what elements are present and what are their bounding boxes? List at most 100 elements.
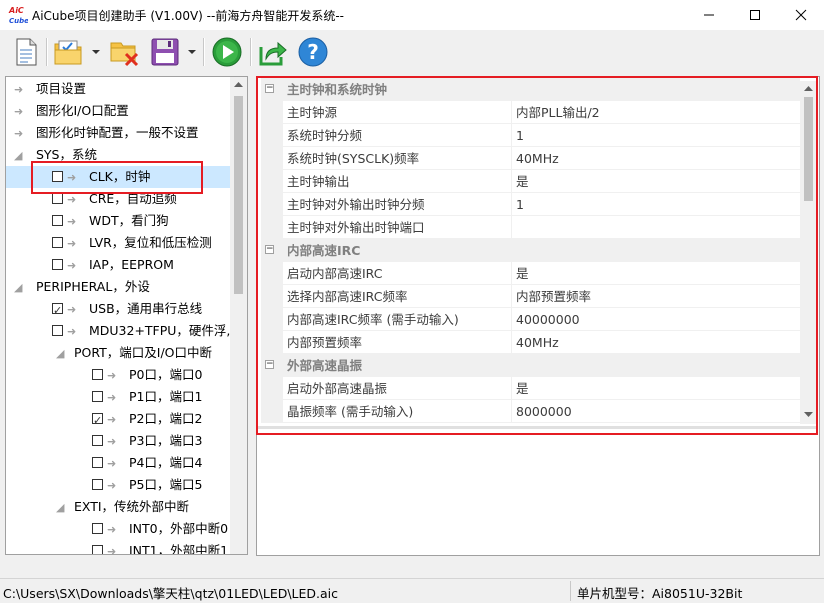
save-dropdown-arrow[interactable] bbox=[187, 46, 197, 58]
tree-item-lvr[interactable]: ➜ LVR，复位和低压检测 bbox=[52, 232, 212, 254]
tree-item-label: INT0，外部中断0 bbox=[128, 521, 229, 536]
tree-item-label: LVR，复位和低压检测 bbox=[88, 235, 212, 250]
tree-item-iap[interactable]: ➜ IAP，EEPROM bbox=[52, 254, 174, 276]
tree-leaf-arrow-icon: ➜ bbox=[67, 259, 77, 272]
tree-checkbox[interactable] bbox=[52, 259, 63, 270]
tree-item-label: P2口，端口2 bbox=[128, 411, 203, 426]
property-grid-highlight-box bbox=[256, 76, 818, 435]
close-icon bbox=[795, 9, 807, 21]
tree-leaf-arrow-icon: ➜ bbox=[107, 479, 117, 492]
tree-item-int0[interactable]: ➜ INT0，外部中断0 bbox=[92, 518, 228, 540]
run-button[interactable] bbox=[210, 35, 244, 69]
app-logo-icon: AiC Cube bbox=[8, 6, 28, 25]
module-tree[interactable]: ➜ 项目设置 ➜ 图形化I/O口配置 ➜ 图形化时钟配置，一般不设置 ◢ SYS… bbox=[5, 76, 248, 555]
tree-leaf-arrow-icon: ➜ bbox=[67, 325, 77, 338]
tree-item-label: 图形化时钟配置，一般不设置 bbox=[35, 125, 199, 140]
new-file-button[interactable] bbox=[9, 35, 43, 69]
tree-scroll-thumb[interactable] bbox=[234, 96, 243, 294]
open-dropdown-arrow[interactable] bbox=[91, 46, 101, 58]
maximize-icon bbox=[750, 10, 760, 20]
open-project-button[interactable] bbox=[52, 35, 86, 69]
tree-item-label: P1口，端口1 bbox=[128, 389, 203, 404]
tree-item-label: PORT，端口及I/O口中断 bbox=[73, 345, 213, 360]
save-icon bbox=[151, 38, 179, 66]
tree-checkbox[interactable] bbox=[52, 215, 63, 226]
delete-project-button[interactable] bbox=[108, 35, 142, 69]
tree-checkbox[interactable] bbox=[52, 237, 63, 248]
tree-leaf-arrow-icon: ➜ bbox=[107, 523, 117, 536]
title-bar: AiC Cube AiCube项目创建助手 (V1.00V) --前海方舟智能开… bbox=[0, 0, 824, 30]
tree-leaf-arrow-icon: ➜ bbox=[14, 83, 24, 96]
tree-leaf-arrow-icon: ➜ bbox=[14, 127, 24, 140]
tree-item-p0[interactable]: ➜ P0口，端口0 bbox=[92, 364, 202, 386]
tree-item-label: IAP，EEPROM bbox=[88, 257, 174, 272]
tree-item-label: P3口，端口3 bbox=[128, 433, 203, 448]
run-icon bbox=[212, 37, 242, 67]
tree-item-int1[interactable]: ➜ INT1，外部中断1 bbox=[92, 540, 229, 555]
maximize-button[interactable] bbox=[732, 0, 778, 30]
chevron-down-icon bbox=[92, 50, 100, 54]
tree-expanded-icon: ◢ bbox=[56, 501, 65, 514]
tree-item-label: SYS，系统 bbox=[35, 147, 97, 162]
svg-text:AiC: AiC bbox=[8, 6, 24, 15]
clk-highlight-box bbox=[31, 161, 203, 194]
tree-leaf-arrow-icon: ➜ bbox=[107, 391, 117, 404]
tree-checkbox[interactable] bbox=[92, 391, 103, 402]
save-button[interactable] bbox=[148, 35, 182, 69]
tree-item-label: INT1，外部中断1 bbox=[128, 543, 229, 555]
tree-item-p1[interactable]: ➜ P1口，端口1 bbox=[92, 386, 202, 408]
tree-item-port[interactable]: ◢ PORT，端口及I/O口中断 bbox=[56, 342, 212, 364]
tree-item-label: 图形化I/O口配置 bbox=[35, 103, 129, 118]
toolbar: ? bbox=[0, 30, 824, 74]
scroll-up-icon[interactable] bbox=[234, 82, 243, 88]
tree-leaf-arrow-icon: ➜ bbox=[14, 105, 24, 118]
tree-item-exti[interactable]: ◢ EXTI，传统外部中断 bbox=[56, 496, 189, 518]
close-button[interactable] bbox=[778, 0, 824, 30]
chevron-down-icon bbox=[188, 50, 196, 54]
status-chip-model: 单片机型号：Ai8051U-32Bit bbox=[577, 586, 743, 601]
tree-item-project-settings[interactable]: ➜ 项目设置 bbox=[14, 78, 86, 100]
tree-item-label: MDU32+TFPU，硬件浮, bbox=[88, 323, 231, 338]
tree-checkbox[interactable] bbox=[92, 435, 103, 446]
tree-leaf-arrow-icon: ➜ bbox=[107, 545, 117, 555]
tree-item-p2[interactable]: ➜ P2口，端口2 bbox=[92, 408, 203, 432]
tree-item-label: 项目设置 bbox=[35, 81, 86, 96]
tree-item-p4[interactable]: ➜ P4口，端口4 bbox=[92, 452, 202, 474]
tree-item-label: USB，通用串行总线 bbox=[88, 301, 203, 316]
delete-folder-icon bbox=[110, 42, 139, 67]
minimize-icon bbox=[704, 14, 714, 16]
tree-checkbox[interactable] bbox=[92, 545, 103, 554]
window-title: AiCube项目创建助手 (V1.00V) --前海方舟智能开发系统-- bbox=[32, 9, 344, 23]
tree-item-label: P5口，端口5 bbox=[128, 477, 203, 492]
help-button[interactable]: ? bbox=[296, 35, 330, 69]
tree-checkbox[interactable] bbox=[92, 457, 103, 468]
tree-checkbox-checked[interactable] bbox=[52, 300, 63, 322]
tree-item-wdt[interactable]: ➜ WDT，看门狗 bbox=[52, 210, 169, 232]
tree-item-mdu32[interactable]: ➜ MDU32+TFPU，硬件浮, bbox=[52, 320, 230, 342]
tree-item-label: WDT，看门狗 bbox=[88, 213, 169, 228]
tree-item-p5[interactable]: ➜ P5口，端口5 bbox=[92, 474, 202, 496]
tree-item-usb[interactable]: ➜ USB，通用串行总线 bbox=[52, 298, 203, 322]
tree-item-label: P4口，端口4 bbox=[128, 455, 203, 470]
tree-item-clock-config[interactable]: ➜ 图形化时钟配置，一般不设置 bbox=[14, 122, 199, 144]
tree-item-p3[interactable]: ➜ P3口，端口3 bbox=[92, 430, 202, 452]
tree-leaf-arrow-icon: ➜ bbox=[67, 237, 77, 250]
tree-expanded-icon: ◢ bbox=[56, 347, 65, 360]
tree-checkbox-checked[interactable] bbox=[92, 410, 103, 432]
tree-checkbox[interactable] bbox=[92, 369, 103, 380]
tree-leaf-arrow-icon: ➜ bbox=[107, 435, 117, 448]
tree-expanded-icon: ◢ bbox=[14, 281, 23, 294]
tree-checkbox[interactable] bbox=[52, 193, 63, 204]
export-button[interactable] bbox=[256, 35, 290, 69]
tree-item-io-config[interactable]: ➜ 图形化I/O口配置 bbox=[14, 100, 129, 122]
tree-checkbox[interactable] bbox=[92, 523, 103, 534]
tree-checkbox[interactable] bbox=[92, 479, 103, 490]
open-folder-icon bbox=[54, 40, 82, 65]
tree-leaf-arrow-icon: ➜ bbox=[67, 215, 77, 228]
tree-leaf-arrow-icon: ➜ bbox=[107, 457, 117, 470]
tree-checkbox[interactable] bbox=[52, 325, 63, 336]
status-bar: C:\Users\SX\Downloads\擎天柱\qtz\01LED\LED\… bbox=[0, 578, 824, 603]
tree-item-peripheral[interactable]: ◢ PERIPHERAL，外设 bbox=[14, 276, 150, 298]
minimize-button[interactable] bbox=[686, 0, 732, 30]
svg-text:?: ? bbox=[307, 40, 319, 64]
